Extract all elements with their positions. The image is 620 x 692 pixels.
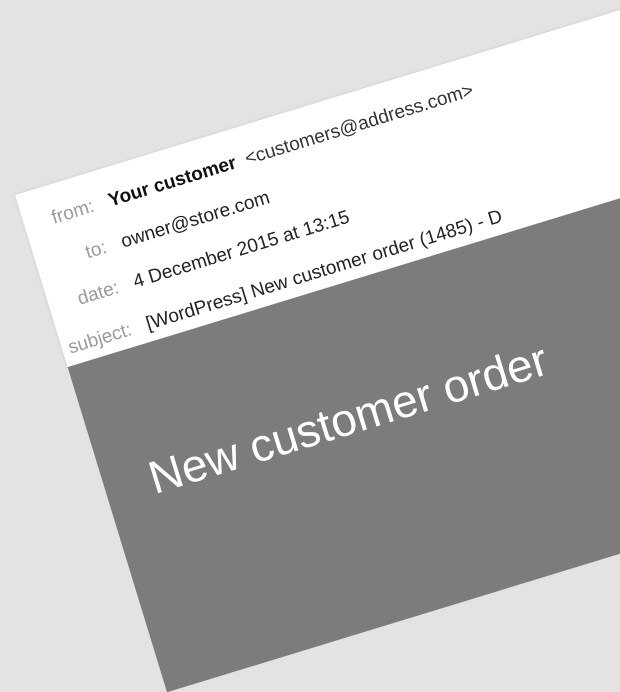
from-label: from: bbox=[49, 195, 97, 229]
email-message: from: Your customer<customers@address.co… bbox=[15, 0, 620, 692]
sender-email[interactable]: <customers@address.com> bbox=[242, 80, 476, 170]
banner-title: New customer order bbox=[142, 333, 554, 504]
from-value: Your customer<customers@address.com> bbox=[106, 80, 476, 212]
date-label: date: bbox=[75, 277, 122, 310]
to-label: to: bbox=[82, 237, 110, 264]
